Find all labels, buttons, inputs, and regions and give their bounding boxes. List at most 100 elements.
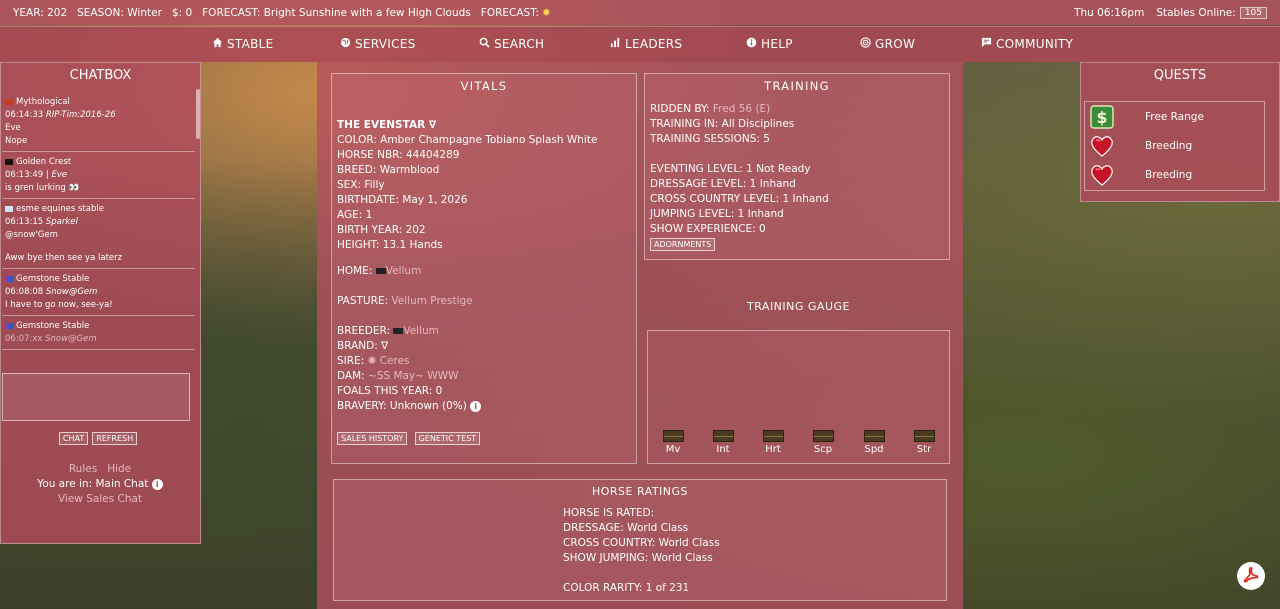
rider-link[interactable]: Fred 56 (E) xyxy=(713,103,770,115)
gauge-intelligence: Int xyxy=(711,430,735,455)
nav-leaders[interactable]: LEADERS xyxy=(610,37,682,51)
money-readout: $: 0 xyxy=(171,6,193,19)
search-icon xyxy=(479,37,490,51)
chat-message: Mythological 06:14:33 RIP-Tim:2016-26 Ev… xyxy=(2,92,195,152)
chat-button[interactable]: CHAT xyxy=(58,432,89,445)
quest-item[interactable]: Breeding xyxy=(1085,160,1264,189)
clock: Thu 06:16pm xyxy=(1074,6,1145,19)
chat-scrollbar[interactable] xyxy=(196,89,200,139)
sire-link[interactable]: ✺ Ceres xyxy=(368,355,410,367)
ridden-by: RIDDEN BY: Fred 56 (E) xyxy=(650,103,771,115)
gauge-bar xyxy=(863,430,885,442)
horse-home: HOME: Vellum xyxy=(337,265,422,277)
breeder-link[interactable]: Vellum xyxy=(403,325,439,337)
training-sessions: TRAINING SESSIONS: 5 xyxy=(650,133,770,145)
gauge-speed: Spd xyxy=(862,430,886,455)
refresh-button[interactable]: REFRESH xyxy=(92,432,138,445)
dam-link[interactable]: ~SS May~ WWW xyxy=(368,370,458,382)
quest-item[interactable]: $ Free Range xyxy=(1085,102,1264,131)
home-icon xyxy=(212,37,223,51)
chat-links: Rules Hide xyxy=(0,463,200,475)
gauge-bar xyxy=(913,430,935,442)
horse-name: THE EVENSTAR ∇ xyxy=(337,119,437,131)
globe-icon xyxy=(340,37,351,51)
stable-swatch-icon xyxy=(5,275,13,282)
heart-icon xyxy=(1089,162,1115,188)
chat-stable-name[interactable]: Gemstone Stable xyxy=(16,274,89,284)
adornments-button[interactable]: ADORNMENTS xyxy=(650,238,716,251)
horse-sire: SIRE: ✺ Ceres xyxy=(337,355,410,367)
rated-heading: HORSE IS RATED: xyxy=(563,507,655,519)
bar-chart-icon xyxy=(610,37,621,51)
chat-message: Golden Crest 06:13:49 | Eve is gren lurk… xyxy=(2,152,195,199)
chat-message-list[interactable]: Mythological 06:14:33 RIP-Tim:2016-26 Ev… xyxy=(2,92,195,358)
main-nav: STABLE SERVICES SEARCH LEADERS HELP GROW xyxy=(0,26,1280,62)
nav-stable[interactable]: STABLE xyxy=(212,37,274,51)
gauge-movement: Mv xyxy=(661,430,685,455)
nav-services[interactable]: SERVICES xyxy=(340,37,416,51)
nav-help[interactable]: HELP xyxy=(746,37,793,51)
hide-link[interactable]: Hide xyxy=(107,463,131,475)
stables-online-count[interactable]: 105 xyxy=(1239,6,1267,19)
gauge-bar xyxy=(662,430,684,442)
horse-age: AGE: 1 xyxy=(337,209,373,221)
chat-stable-name[interactable]: Gemstone Stable xyxy=(16,321,89,331)
genetic-test-button[interactable]: GENETIC TEST xyxy=(414,432,481,445)
rules-link[interactable]: Rules xyxy=(69,463,97,475)
dollar-icon: $ xyxy=(1089,104,1115,130)
stable-swatch-icon xyxy=(5,205,13,212)
horse-breeder: BREEDER: Vellum xyxy=(337,325,439,337)
quests-panel: QUESTS $ Free Range Breeding Breeding xyxy=(1080,62,1280,202)
eventing-level: EVENTING LEVEL: 1 Not Ready xyxy=(650,163,811,175)
pdf-icon xyxy=(1242,566,1260,587)
stable-swatch-icon xyxy=(5,158,13,165)
ratings-title: HORSE RATINGS xyxy=(591,485,689,498)
stable-swatch-icon xyxy=(393,328,404,334)
chat-message: esme equines stable 06:13:15 Sparkel @sn… xyxy=(2,199,195,269)
view-sales-chat-link[interactable]: View Sales Chat xyxy=(0,493,200,505)
sales-history-button[interactable]: SALES HISTORY xyxy=(337,432,408,445)
horse-ratings-panel: HORSE RATINGS HORSE IS RATED: DRESSAGE: … xyxy=(333,479,947,601)
chat-stable-name[interactable]: Mythological xyxy=(16,97,70,107)
season-readout: SEASON: Winter xyxy=(77,6,162,19)
chat-stable-name[interactable]: esme equines stable xyxy=(16,204,104,214)
pasture-link[interactable]: Vellum Prestige xyxy=(391,295,472,307)
training-in: TRAINING IN: All Disciplines xyxy=(650,118,795,130)
jumping-level: JUMPING LEVEL: 1 Inhand xyxy=(650,208,784,220)
training-title: TRAINING xyxy=(764,79,830,93)
nav-grow[interactable]: GROW xyxy=(860,37,915,51)
quest-item[interactable]: Breeding xyxy=(1085,131,1264,160)
cross-country-rating: CROSS COUNTRY: World Class xyxy=(563,537,720,549)
horse-foals: FOALS THIS YEAR: 0 xyxy=(337,385,443,397)
horse-birth-year: BIRTH YEAR: 202 xyxy=(337,224,426,236)
status-right: Thu 06:16pm Stables Online: 105 xyxy=(1062,6,1267,19)
sun-icon: ✹ xyxy=(542,6,551,19)
gauge-bar xyxy=(812,430,834,442)
cross-country-level: CROSS COUNTRY LEVEL: 1 Inhand xyxy=(650,193,829,205)
nav-community[interactable]: COMMUNITY xyxy=(981,37,1073,51)
nav-search[interactable]: SEARCH xyxy=(479,37,544,51)
gauge-strength: Str xyxy=(912,430,936,455)
svg-text:$: $ xyxy=(1096,108,1107,127)
dressage-level: DRESSAGE LEVEL: 1 Inhand xyxy=(650,178,796,190)
gauge-scope: Scp xyxy=(811,430,835,455)
forecast-readout: FORECAST: Bright Sunshine with a few Hig… xyxy=(202,6,471,19)
horse-number: HORSE NBR: 44404289 xyxy=(337,149,460,161)
horse-birthdate: BIRTHDATE: May 1, 2026 xyxy=(337,194,468,206)
horse-pasture: PASTURE: Vellum Prestige xyxy=(337,295,473,307)
training-panel: TRAINING RIDDEN BY: Fred 56 (E) TRAINING… xyxy=(644,73,950,260)
chat-input[interactable] xyxy=(2,373,190,421)
chat-stable-name[interactable]: Golden Crest xyxy=(16,157,71,167)
target-icon xyxy=(860,37,871,51)
pdf-button[interactable] xyxy=(1237,562,1265,590)
horse-bravery: BRAVERY: Unknown (0%) i xyxy=(337,399,597,414)
gauge-heart: Hrt xyxy=(761,430,785,455)
year-readout: YEAR: 202 xyxy=(13,6,68,19)
home-link[interactable]: Vellum xyxy=(386,265,422,277)
horse-color: COLOR: Amber Champagne Tobiano Splash Wh… xyxy=(337,134,598,146)
info-icon[interactable]: i xyxy=(470,400,482,412)
horse-brand: BRAND: ∇ xyxy=(337,340,389,352)
dressage-rating: DRESSAGE: World Class xyxy=(563,522,689,534)
chat-icon xyxy=(981,37,992,51)
info-icon[interactable]: i xyxy=(151,478,163,490)
